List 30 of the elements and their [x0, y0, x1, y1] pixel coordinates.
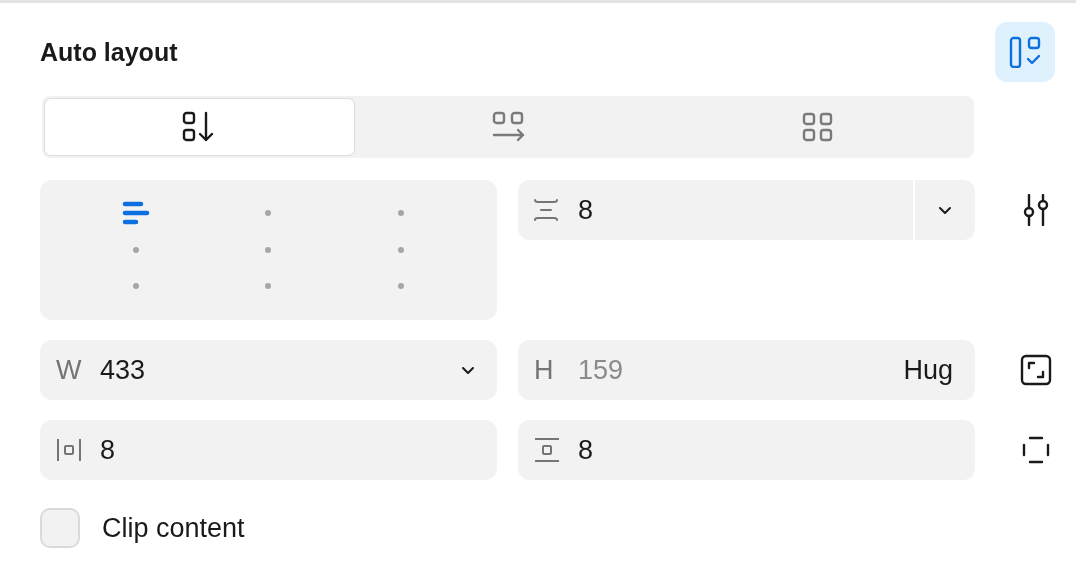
width-label: W	[56, 354, 83, 386]
gap-field[interactable]: 8	[518, 180, 975, 240]
sizing-mode: Hug	[903, 354, 953, 386]
height-label: H	[534, 354, 555, 386]
grid-icon	[801, 111, 834, 143]
vertical-padding-icon	[534, 437, 560, 463]
height-value: 159	[578, 354, 625, 386]
checkbox-label: Clip content	[102, 512, 245, 544]
layout-check-icon	[1009, 36, 1041, 68]
alignment-dot	[265, 283, 272, 290]
horizontal-padding-field[interactable]: 8	[40, 420, 497, 480]
chevron-down-icon	[938, 205, 952, 215]
section-title: Auto layout	[40, 37, 178, 67]
clip-content-checkbox[interactable]	[40, 508, 80, 548]
direction-tab[interactable]	[44, 98, 355, 156]
alignment-dot	[133, 283, 140, 290]
alignment-dot	[397, 283, 404, 290]
alignment-dot	[133, 246, 140, 253]
horizontal-stack-icon	[492, 111, 526, 143]
horizontal-padding-icon	[56, 438, 82, 462]
alignment-dot	[265, 246, 272, 253]
chevron-down-icon	[461, 365, 475, 375]
vertical-padding-field[interactable]: 8	[518, 420, 975, 480]
spacing-icon	[534, 199, 558, 221]
alignment-dot	[397, 210, 404, 216]
alignment-dot	[397, 246, 404, 253]
alignment-dot	[265, 210, 272, 216]
align-left-icon	[122, 201, 151, 225]
width-field[interactable]: W 433	[40, 340, 497, 400]
layout-toggle-button[interactable]	[995, 22, 1055, 82]
